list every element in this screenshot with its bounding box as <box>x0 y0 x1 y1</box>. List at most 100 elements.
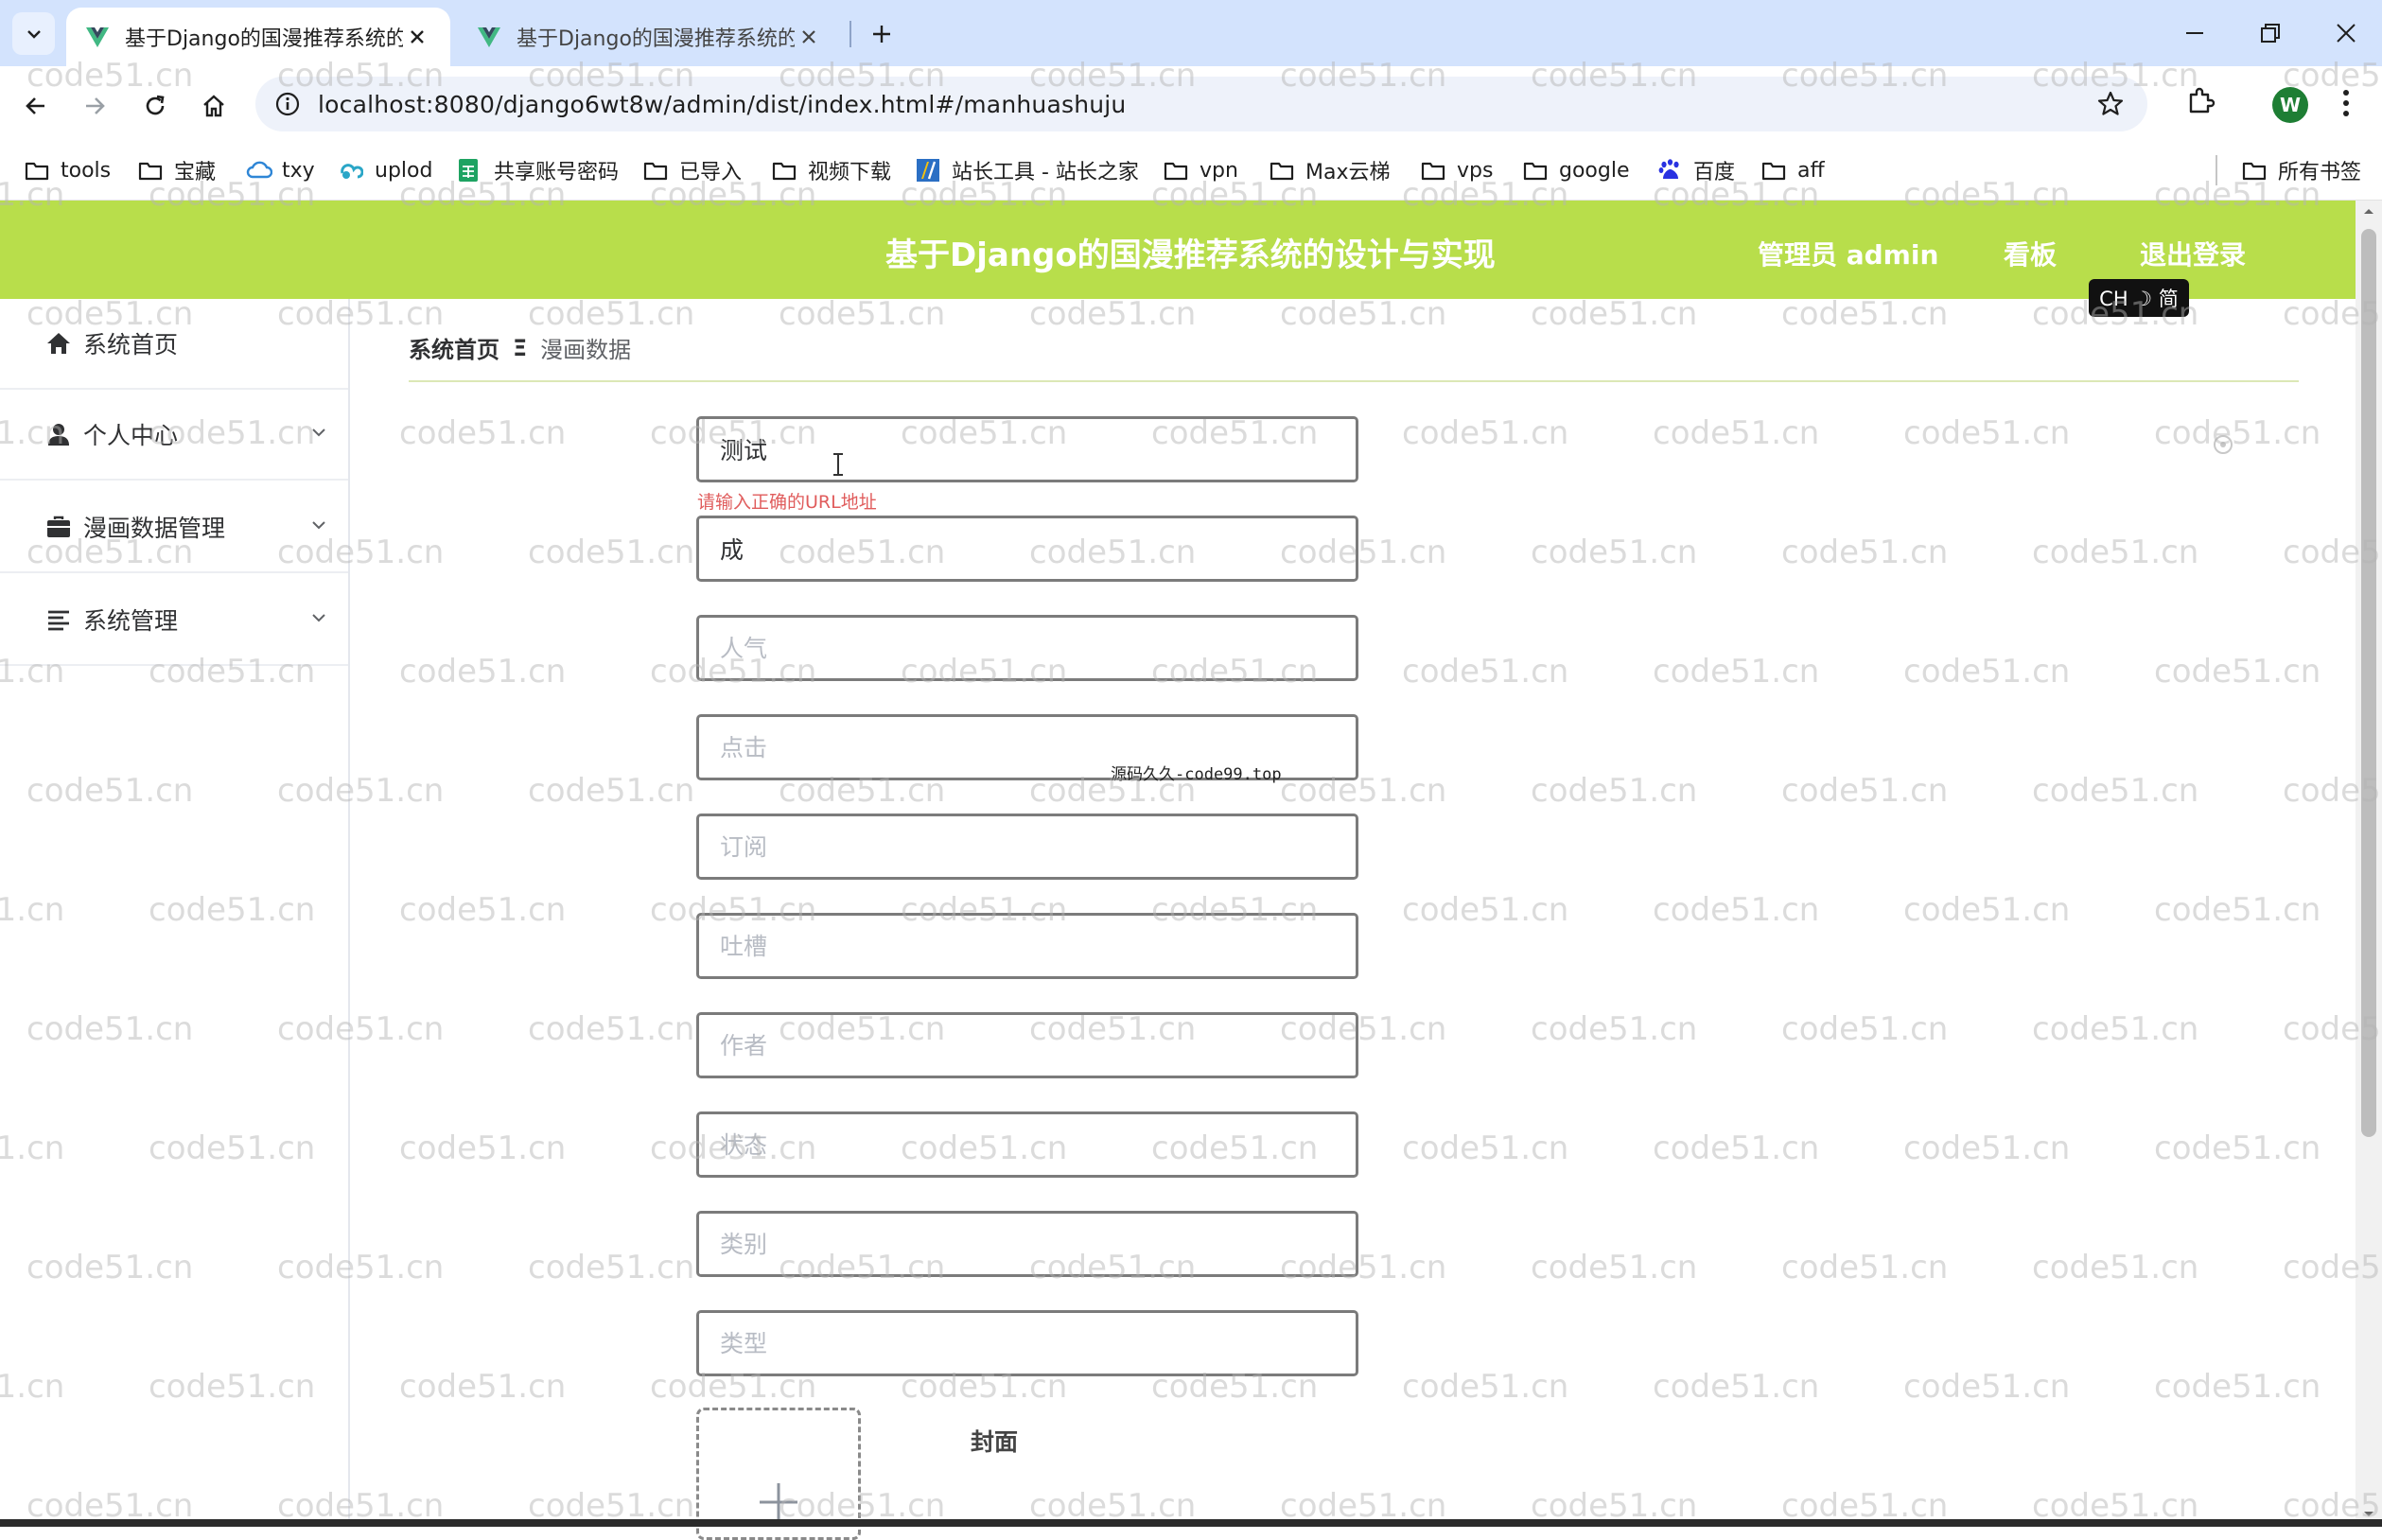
bookmark-label: uplod <box>375 158 433 183</box>
circle-icon <box>2212 433 2234 456</box>
bookmark-label: vps <box>1457 158 1494 183</box>
close-tab-icon[interactable] <box>403 23 431 51</box>
bookmark-label: vpn <box>1200 158 1238 183</box>
sidebar-item-label: 漫画数据管理 <box>83 515 226 542</box>
more-menu-icon[interactable] <box>2340 87 2352 119</box>
arrow-right-icon <box>82 94 107 118</box>
bookmark-vpn[interactable]: vpn <box>1164 149 1238 191</box>
restore-button[interactable] <box>2242 9 2299 57</box>
folder-icon <box>772 158 797 183</box>
folder-icon <box>1164 158 1188 183</box>
scroll-down-icon[interactable] <box>2362 1510 2375 1519</box>
category-input[interactable] <box>696 1211 1358 1277</box>
window-close-button[interactable] <box>2318 9 2374 57</box>
bookmark-label: 所有书签 <box>2278 161 2362 184</box>
bookmark-imported[interactable]: 已导入 <box>643 149 742 191</box>
folder-icon <box>1523 158 1548 183</box>
plus-icon <box>756 1479 801 1525</box>
sidebar-item-system[interactable]: 系统管理 <box>0 575 348 666</box>
bookmark-label: 百度 <box>1693 161 1736 184</box>
bookmark-google[interactable]: google <box>1523 149 1630 191</box>
list-icon <box>45 606 72 633</box>
dashboard-link[interactable]: 看板 <box>2004 235 2057 272</box>
scrollbar-thumb[interactable] <box>2361 229 2376 1137</box>
site-icon <box>916 158 940 183</box>
bookmark-label: tools <box>61 158 112 183</box>
extensions-icon[interactable] <box>2185 85 2217 117</box>
app-header: 基于Django的国漫推荐系统的设计与实现 管理员 admin 看板 退出登录 <box>0 201 2382 299</box>
page-scrollbar[interactable] <box>2356 201 2382 1527</box>
popularity-input[interactable] <box>696 615 1358 681</box>
forward-button[interactable] <box>74 85 115 127</box>
source-stamp: 源码久久-code99.top <box>1111 765 1282 784</box>
tab-search-button[interactable] <box>12 12 55 55</box>
browser-toolbar: localhost:8080/django6wt8w/admin/dist/in… <box>0 66 2382 142</box>
reload-button[interactable] <box>134 85 176 127</box>
home-icon <box>45 330 72 357</box>
all-bookmarks[interactable]: 所有书签 <box>2242 149 2361 191</box>
form-row-popularity: 人气 <box>352 615 1392 681</box>
author-input[interactable] <box>696 1012 1358 1078</box>
browser-tab-active[interactable]: 基于Django的国漫推荐系统的i <box>66 8 450 66</box>
close-icon <box>2336 23 2356 44</box>
folder-icon <box>1761 158 1786 183</box>
bookmark-max[interactable]: Max云梯 <box>1270 149 1390 191</box>
form-row-subscriptions: 订阅 <box>352 814 1392 880</box>
app-title: 基于Django的国漫推荐系统的设计与实现 <box>885 236 1496 274</box>
status-input[interactable] <box>696 1111 1358 1178</box>
briefcase-icon <box>45 514 72 540</box>
form-row-author: 作者 <box>352 1012 1392 1078</box>
url-text[interactable]: localhost:8080/django6wt8w/admin/dist/in… <box>318 91 1126 118</box>
new-tab-button[interactable] <box>861 13 902 55</box>
folder-icon <box>1270 158 1294 183</box>
info-icon[interactable] <box>274 91 301 117</box>
sidebar-item-label: 系统首页 <box>83 331 179 359</box>
back-button[interactable] <box>15 85 57 127</box>
logout-link[interactable]: 退出登录 <box>2140 235 2246 272</box>
sidebar-item-personal-center[interactable]: 个人中心 <box>0 390 348 481</box>
admin-user-label: 管理员 admin <box>1758 239 1939 271</box>
source-input[interactable] <box>696 416 1358 482</box>
profile-avatar[interactable]: W <box>2272 87 2308 123</box>
sidebar-item-home[interactable]: 系统首页 <box>0 299 348 390</box>
breadcrumb-current: 漫画数据 <box>540 337 632 363</box>
browser-tab-strip: 基于Django的国漫推荐系统的i 基于Django的国漫推荐系统的i <box>0 0 2382 66</box>
bookmark-aff[interactable]: aff <box>1761 149 1825 191</box>
browser-tab[interactable]: 基于Django的国漫推荐系统的i <box>458 8 842 66</box>
bookmark-baozang[interactable]: 宝藏 <box>138 149 216 191</box>
bookmark-label: 站长工具 - 站长之家 <box>952 161 1139 184</box>
chevron-down-icon <box>310 516 327 534</box>
bookmark-uplod[interactable]: uplod <box>339 149 432 191</box>
bookmark-video-download[interactable]: 视频下载 <box>772 149 891 191</box>
bookmark-star-icon[interactable] <box>2096 90 2125 118</box>
form-row-type: 类型 <box>352 1310 1392 1376</box>
bookmark-label: google <box>1559 158 1630 183</box>
bookmark-label: 共享账号密码 <box>494 161 620 184</box>
cloud-icon <box>246 158 272 183</box>
bookmark-shared-accounts[interactable]: 共享账号密码 <box>458 149 619 191</box>
minimize-button[interactable] <box>2166 9 2223 57</box>
bookmark-vps[interactable]: vps <box>1421 149 1493 191</box>
bookmarks-bar: tools 宝藏 txy uplod 共享账号密码 已导入 视频下载 站长工具 … <box>0 142 2382 201</box>
breadcrumb-home[interactable]: 系统首页 <box>409 331 499 364</box>
comments-input[interactable] <box>696 913 1358 979</box>
title-input[interactable] <box>696 516 1358 582</box>
bookmark-tools[interactable]: tools <box>25 149 111 191</box>
sidebar-item-comic-data[interactable]: 漫画数据管理 <box>0 482 348 573</box>
folder-icon <box>1421 158 1445 183</box>
reload-icon <box>143 94 167 118</box>
minimize-icon <box>2184 23 2205 44</box>
address-bar[interactable]: localhost:8080/django6wt8w/admin/dist/in… <box>255 77 2147 131</box>
close-tab-icon[interactable] <box>795 23 823 51</box>
bookmark-txy[interactable]: txy <box>246 149 315 191</box>
subscriptions-input[interactable] <box>696 814 1358 880</box>
scroll-up-icon[interactable] <box>2362 206 2375 216</box>
bookmark-label: 宝藏 <box>174 161 217 184</box>
home-button[interactable] <box>193 85 235 127</box>
chevron-down-icon <box>310 609 327 626</box>
bookmark-baidu[interactable]: 百度 <box>1657 149 1735 191</box>
type-input[interactable] <box>696 1310 1358 1376</box>
sidebar: 系统首页 个人中心 漫画数据管理 系统管理 <box>0 299 350 1527</box>
ime-indicator: CH ☽ 简 <box>2089 279 2189 317</box>
bookmark-chinaz[interactable]: 站长工具 - 站长之家 <box>916 149 1139 191</box>
